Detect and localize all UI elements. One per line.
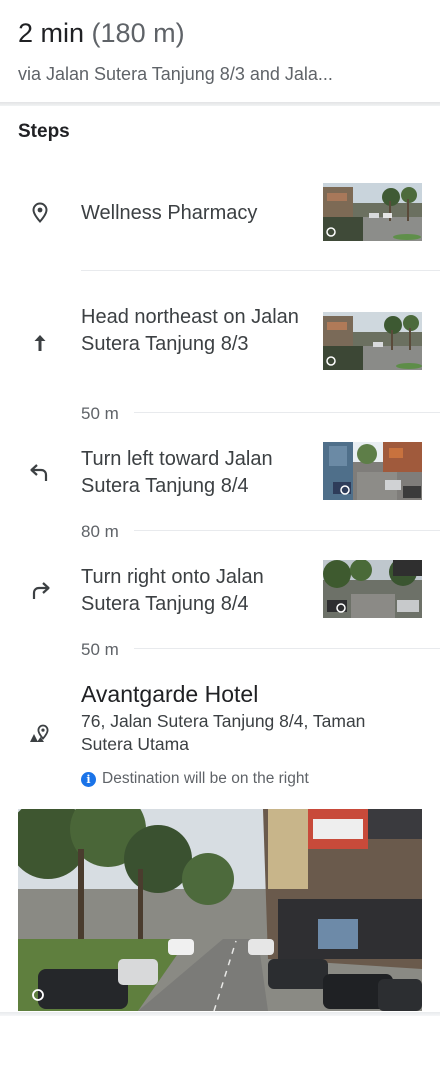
step-distance: 50 m bbox=[81, 404, 119, 423]
destination-note-text: Destination will be on the right bbox=[102, 770, 309, 787]
route-time-distance: 2 min (180 m) bbox=[18, 16, 185, 50]
street-view-thumbnail[interactable] bbox=[323, 442, 422, 500]
step-divider bbox=[134, 412, 440, 413]
route-duration: 2 min bbox=[18, 18, 85, 48]
step-text: Turn left toward Jalan Sutera Tanjung 8/… bbox=[81, 448, 273, 497]
destination-address: 76, Jalan Sutera Tanjung 8/4, Taman Sute… bbox=[81, 711, 366, 754]
route-distance: (180 m) bbox=[91, 18, 185, 48]
destination-name: Avantgarde Hotel bbox=[81, 681, 259, 707]
step-text: Wellness Pharmacy bbox=[81, 202, 258, 224]
header-divider bbox=[0, 102, 440, 106]
step-distance: 50 m bbox=[81, 640, 119, 659]
step-divider bbox=[134, 648, 440, 649]
step-divider bbox=[81, 270, 440, 271]
route-summary-header: 2 min (180 m) via Jalan Sutera Tanjung 8… bbox=[0, 0, 440, 104]
destination-flag-icon bbox=[28, 722, 52, 746]
arrow-up-icon bbox=[28, 331, 52, 355]
step-divider bbox=[134, 530, 440, 531]
steps-heading: Steps bbox=[18, 121, 70, 142]
turn-left-icon bbox=[28, 460, 52, 484]
step-text: Head northeast on Jalan Sutera Tanjung 8… bbox=[81, 306, 299, 355]
step-distance: 80 m bbox=[81, 522, 119, 541]
location-pin-icon bbox=[28, 201, 52, 225]
bottom-divider bbox=[0, 1012, 440, 1016]
street-view-thumbnail[interactable] bbox=[323, 312, 422, 370]
street-view-thumbnail[interactable] bbox=[323, 560, 422, 618]
route-via: via Jalan Sutera Tanjung 8/3 and Jala... bbox=[18, 64, 333, 84]
step-text: Turn right onto Jalan Sutera Tanjung 8/4 bbox=[81, 566, 264, 615]
turn-right-icon bbox=[28, 578, 52, 602]
destination-note: i Destination will be on the right bbox=[81, 768, 309, 790]
info-icon: i bbox=[81, 771, 96, 787]
destination-street-view-photo[interactable] bbox=[18, 809, 422, 1011]
street-view-thumbnail[interactable] bbox=[323, 183, 422, 241]
